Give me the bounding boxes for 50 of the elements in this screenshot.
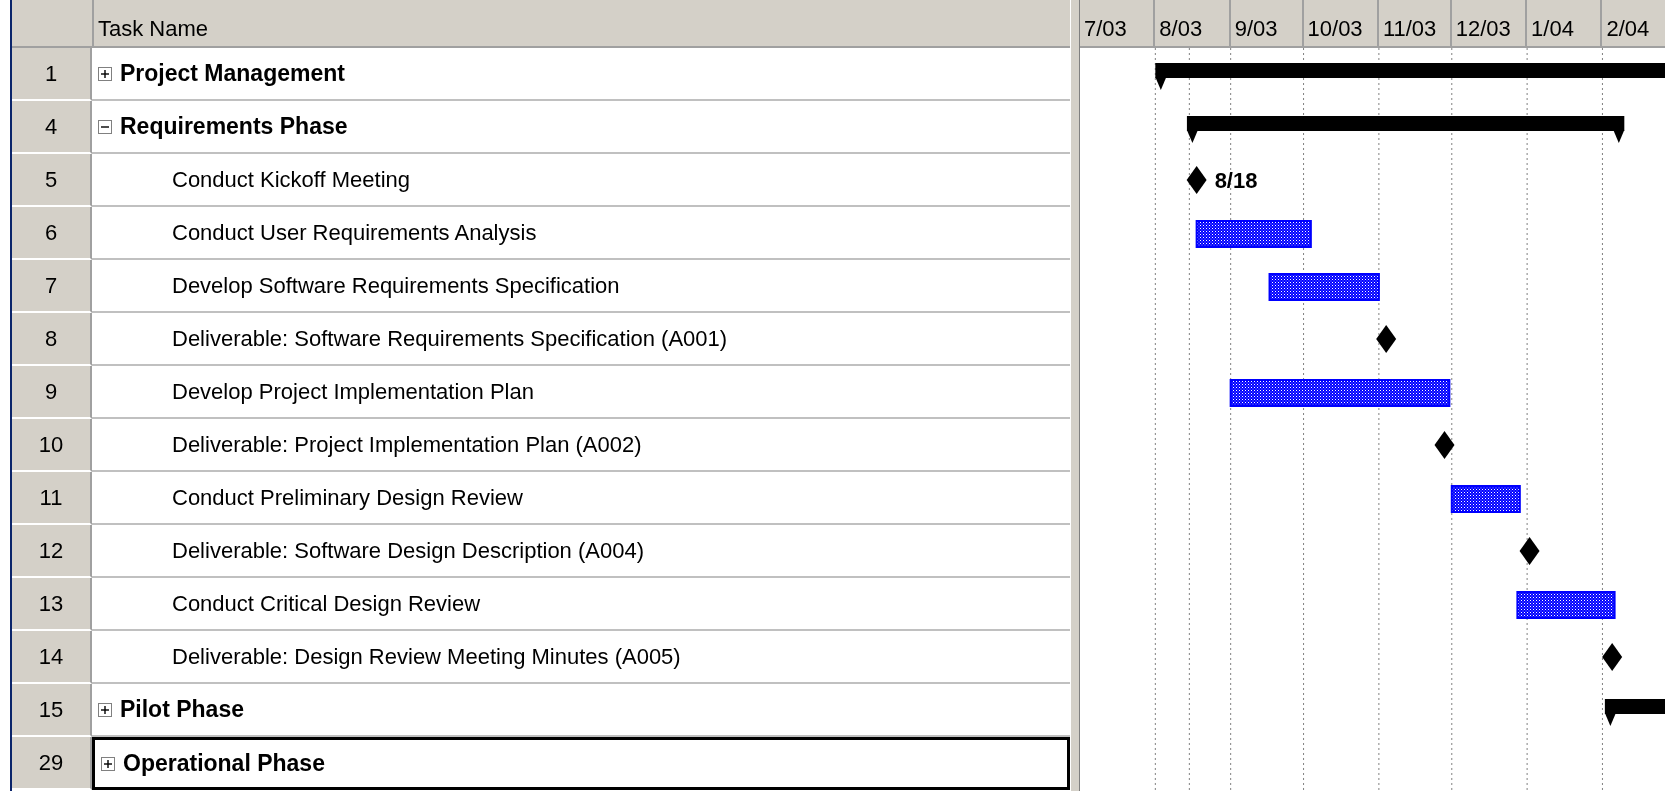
task-name: Deliverable: Design Review Meeting Minutes (A005) — [172, 643, 681, 670]
task-name: Deliverable: Project Implementation Plan (A002) — [172, 431, 642, 458]
column-header[interactable]: Task Name — [98, 16, 209, 42]
row-number[interactable]: 29 — [12, 737, 92, 790]
task-name: Pilot Phase — [120, 696, 244, 723]
expand-toggle[interactable] — [98, 66, 112, 81]
row-number[interactable]: 13 — [12, 578, 92, 631]
row-number[interactable]: 9 — [12, 366, 92, 419]
task-name: Deliverable: Software Requirements Specification (A001) — [172, 325, 728, 352]
task-name: Conduct Critical Design Review — [172, 590, 481, 617]
split-bar[interactable] — [1070, 0, 1080, 791]
task-name: Conduct Kickoff Meeting — [172, 166, 411, 193]
row-number[interactable]: 4 — [12, 101, 92, 154]
month-label: 1/04 — [1531, 16, 1574, 42]
task-bar — [1450, 485, 1521, 513]
month-label: 10/03 — [1307, 16, 1363, 42]
row-number[interactable]: 6 — [12, 207, 92, 260]
month-label: 8/03 — [1159, 16, 1203, 42]
row-number[interactable]: 10 — [12, 419, 92, 472]
month-label: 2/04 — [1606, 16, 1650, 42]
month-label: 9/03 — [1234, 16, 1278, 42]
task-name: Conduct User Requirements Analysis — [172, 219, 537, 246]
row-number[interactable]: 7 — [12, 260, 92, 313]
task-name: Conduct Preliminary Design Review — [172, 484, 523, 511]
task-name: Requirements Phase — [120, 113, 348, 140]
task-name: Develop Software Requirements Specification — [172, 272, 620, 299]
row-number[interactable]: 14 — [12, 631, 92, 684]
row-number[interactable]: 11 — [12, 472, 92, 525]
milestone-marker — [1376, 325, 1397, 353]
summary-bar — [1604, 699, 1665, 726]
month-label: 11/03 — [1382, 16, 1437, 42]
task-name: Develop Project Implementation Plan — [172, 378, 534, 405]
month-label: 12/03 — [1455, 16, 1511, 42]
milestone-marker — [1186, 166, 1207, 194]
expand-toggle[interactable] — [98, 119, 112, 134]
row-number[interactable]: 5 — [12, 154, 92, 207]
task-name: Operational Phase — [123, 750, 325, 777]
milestone-date: 8/18 — [1214, 168, 1258, 193]
milestone-marker — [1602, 643, 1623, 671]
month-label: 7/03 — [1084, 16, 1127, 42]
task-name: Deliverable: Software Design Description (A004) — [172, 537, 644, 564]
milestone-marker — [1434, 431, 1455, 459]
row-number[interactable]: 8 — [12, 313, 92, 366]
row-number[interactable]: 15 — [12, 684, 92, 737]
row-number[interactable]: 1 — [12, 48, 92, 101]
expand-toggle[interactable] — [98, 702, 112, 717]
expand-toggle[interactable] — [101, 756, 115, 771]
milestone-marker — [1519, 537, 1540, 565]
task-name: Project Management — [120, 60, 345, 87]
row-number[interactable]: 12 — [12, 525, 92, 578]
